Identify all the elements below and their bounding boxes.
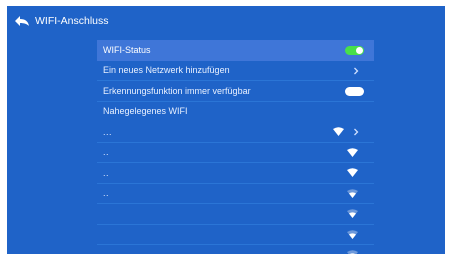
scan-always-toggle[interactable] [345, 87, 364, 96]
network-ssid: .. [103, 147, 110, 158]
network-ssid: .. [103, 167, 110, 178]
title-bar: WIFI-Anschluss [7, 6, 445, 36]
wifi-icon [347, 188, 358, 198]
network-row[interactable]: .. [97, 143, 374, 163]
wifi-icon [347, 147, 358, 157]
wifi-icon [347, 229, 358, 239]
wifi-icon [333, 127, 344, 136]
wifi-icon [347, 209, 358, 218]
wifi-settings-screen: WIFI-Anschluss WIFI-Status Ein neues Net… [7, 6, 445, 254]
network-row[interactable]: .. [97, 184, 374, 204]
wifi-status-toggle[interactable] [345, 46, 364, 55]
scan-always-label: Erkennungsfunktion immer verfügbar [103, 85, 251, 96]
add-network-label: Ein neues Netzwerk hinzufügen [103, 65, 230, 76]
wifi-status-row[interactable]: WIFI-Status [97, 40, 374, 61]
network-list: ... .. .. .. [97, 122, 374, 254]
wifi-icon [347, 250, 358, 254]
chevron-right-icon [354, 67, 359, 74]
nearby-wifi-header: Nahegelegenes WIFI [97, 102, 374, 122]
nearby-wifi-label: Nahegelegenes WIFI [103, 106, 188, 117]
page-title: WIFI-Anschluss [35, 15, 109, 27]
settings-list: WIFI-Status Ein neues Netzwerk hinzufüge… [97, 40, 374, 254]
network-ssid: .. [103, 188, 110, 199]
network-row[interactable]: .. [97, 163, 374, 184]
network-row[interactable]: ... [97, 122, 374, 143]
network-ssid: ... [103, 126, 113, 137]
network-row[interactable] [97, 204, 374, 225]
wifi-icon [347, 168, 358, 177]
wifi-status-label: WIFI-Status [103, 44, 151, 55]
network-row[interactable] [97, 245, 374, 254]
scan-always-row[interactable]: Erkennungsfunktion immer verfügbar [97, 81, 374, 102]
chevron-right-icon [354, 128, 359, 136]
back-arrow-icon[interactable] [14, 15, 30, 27]
network-row[interactable] [97, 225, 374, 245]
add-network-row[interactable]: Ein neues Netzwerk hinzufügen [97, 61, 374, 81]
